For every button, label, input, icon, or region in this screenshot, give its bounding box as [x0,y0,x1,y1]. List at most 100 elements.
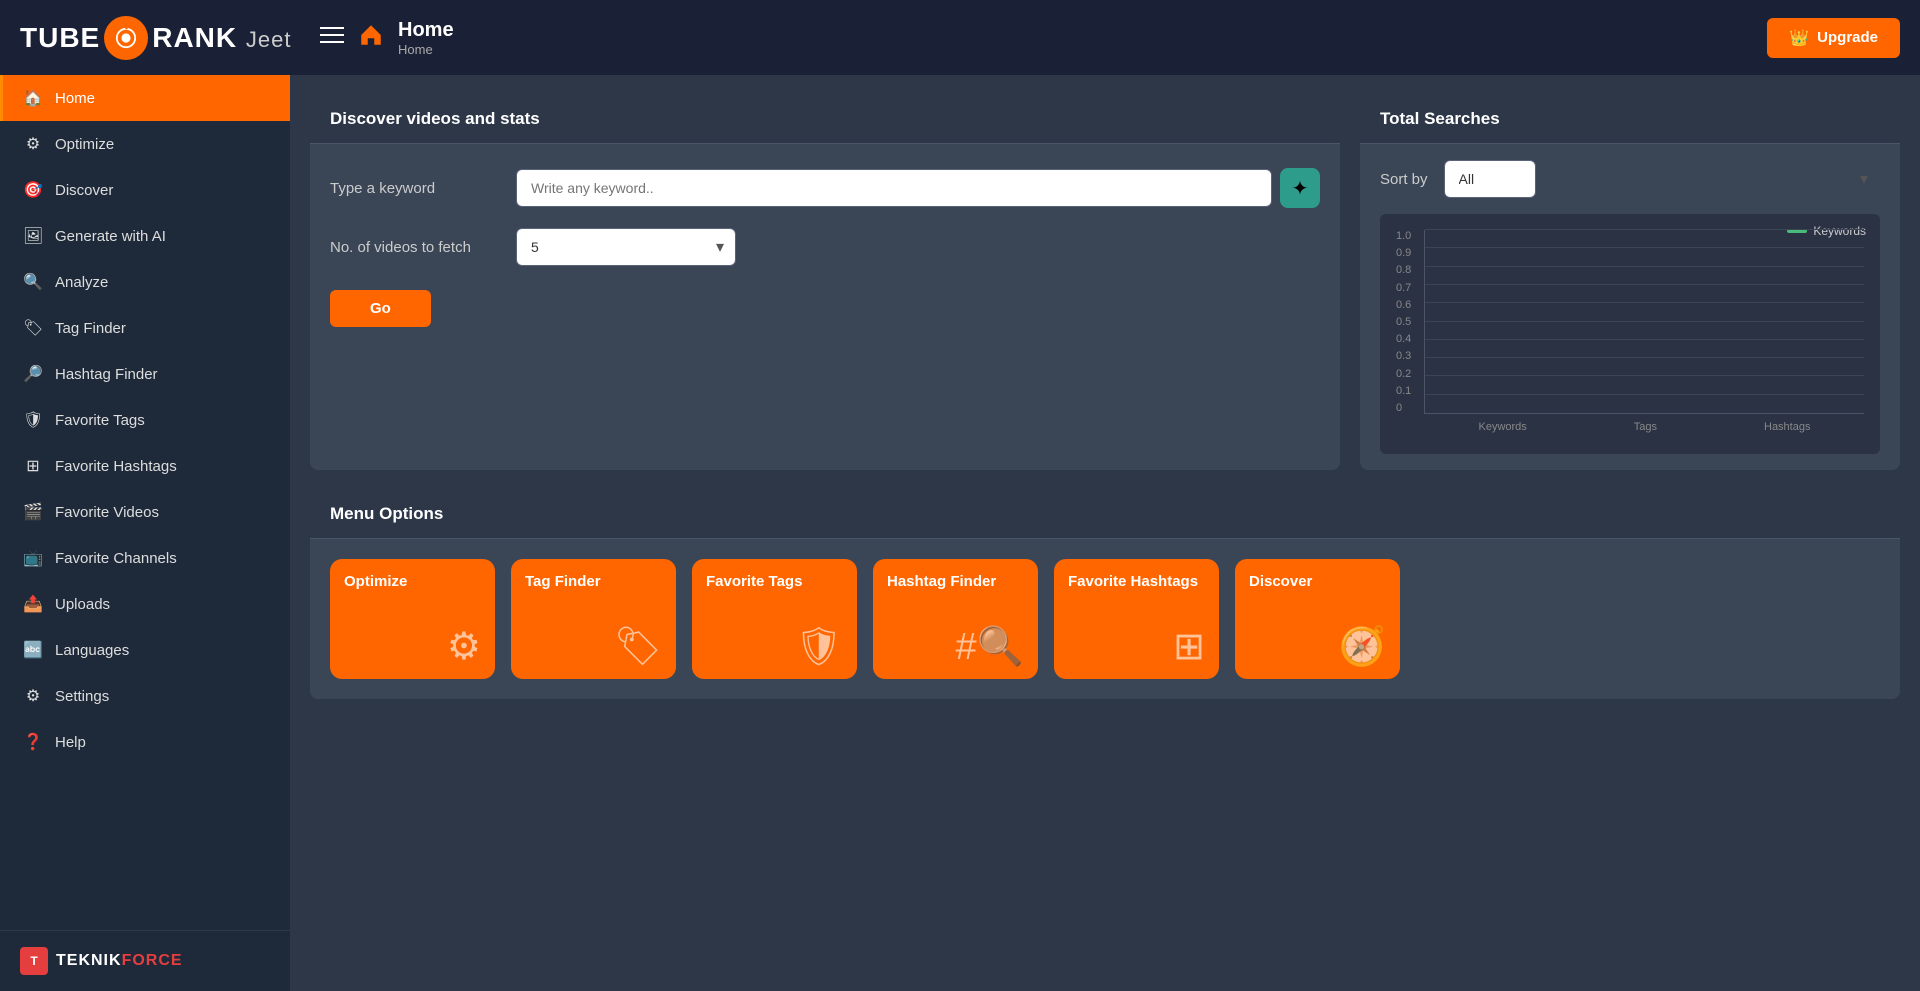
sidebar-item-label: Hashtag Finder [55,366,158,383]
sort-label: Sort by [1380,171,1428,188]
fetch-select[interactable]: 5 10 15 20 25 [516,228,736,266]
sidebar-item-settings[interactable]: ⚙ Settings [0,673,290,719]
logo-icon [104,16,148,60]
uploads-icon: 📤 [23,594,43,614]
fetch-label: No. of videos to fetch [330,239,500,256]
discover-panel: Discover videos and stats Type a keyword… [310,95,1340,470]
logo-jeet: Jeet [246,27,292,52]
sidebar-item-label: Help [55,734,86,751]
sidebar-item-label: Settings [55,688,109,705]
home-nav-icon [358,22,384,53]
sidebar-item-label: Favorite Channels [55,550,177,567]
sidebar-item-label: Generate with AI [55,228,166,245]
sidebar: 🏠 Home ⚙ Optimize 🎯 Discover 🖼 Generate … [0,75,290,991]
sidebar-item-hashtag-finder[interactable]: 🔎 Hashtag Finder [0,351,290,397]
main-content: Discover videos and stats Type a keyword… [290,75,1920,991]
sort-row: Sort by All Keywords Tags Hashtags [1360,144,1900,214]
menu-card-icon: 🏷 [614,625,662,669]
sidebar-item-label: Discover [55,182,113,199]
tag-finder-icon: 🏷 [23,318,43,338]
menu-card-label: Favorite Tags [706,573,802,590]
discover-panel-header: Discover videos and stats [310,95,1340,144]
sidebar-item-favorite-tags[interactable]: 🛡 Favorite Tags [0,397,290,443]
fetch-row: No. of videos to fetch 5 10 15 20 25 [330,228,1320,266]
menu-card-label: Optimize [344,573,407,590]
teknikforce-logo: T TEKNIKFORCE [20,947,183,975]
crown-icon: 👑 [1789,28,1809,48]
sidebar-item-favorite-channels[interactable]: 📺 Favorite Channels [0,535,290,581]
sidebar-item-favorite-videos[interactable]: 🎬 Favorite Videos [0,489,290,535]
menu-card-label: Hashtag Finder [887,573,996,590]
analyze-icon: 🔍 [23,272,43,292]
languages-icon: 🔤 [23,640,43,660]
sidebar-item-uploads[interactable]: 📤 Uploads [0,581,290,627]
sidebar-item-generate-ai[interactable]: 🖼 Generate with AI [0,213,290,259]
logo-area: TUBE RANK Jeet [20,16,310,60]
discover-panel-title: Discover videos and stats [330,109,540,128]
menu-card-hashtag-finder[interactable]: Hashtag Finder #🔍 [873,559,1038,679]
menu-options-panel: Menu Options Optimize ⚙ Tag Finder 🏷 Fav… [310,490,1900,699]
sidebar-item-label: Tag Finder [55,320,126,337]
menu-card-label: Discover [1249,573,1312,590]
sidebar-item-home[interactable]: 🏠 Home [0,75,290,121]
header-center: Home Home [310,19,1767,57]
sidebar-item-label: Optimize [55,136,114,153]
keyword-row: Type a keyword ✦ [330,168,1320,208]
generate-ai-icon: 🖼 [23,226,43,246]
favorite-videos-icon: 🎬 [23,502,43,522]
sidebar-item-label: Favorite Tags [55,412,145,429]
x-labels: Keywords Tags Hashtags [1425,421,1864,433]
hamburger-icon[interactable] [320,23,344,52]
sort-select[interactable]: All Keywords Tags Hashtags [1444,160,1536,198]
menu-card-icon: #🔍 [956,625,1024,669]
sidebar-item-label: Favorite Videos [55,504,159,521]
chart-area: Keywords 0 0.1 0.2 0.3 0.4 0.5 0.6 0.7 [1380,214,1880,454]
sidebar-item-label: Uploads [55,596,110,613]
home-icon: 🏠 [23,88,43,108]
searches-panel-title: Total Searches [1380,109,1500,128]
sidebar-item-languages[interactable]: 🔤 Languages [0,627,290,673]
chart-plot: Keywords Tags Hashtags [1424,230,1864,414]
brand-name: TEKNIKFORCE [56,952,183,970]
keyword-input-wrap: ✦ [516,168,1320,208]
menu-card-optimize[interactable]: Optimize ⚙ [330,559,495,679]
upgrade-button[interactable]: 👑 Upgrade [1767,18,1900,58]
chart-inner: 0 0.1 0.2 0.3 0.4 0.5 0.6 0.7 0.8 0.9 1.… [1396,230,1864,438]
menu-card-favorite-tags[interactable]: Favorite Tags 🛡 [692,559,857,679]
sidebar-item-tag-finder[interactable]: 🏷 Tag Finder [0,305,290,351]
menu-card-tag-finder[interactable]: Tag Finder 🏷 [511,559,676,679]
menu-card-icon: 🛡 [795,625,843,669]
searches-panel-header: Total Searches [1360,95,1900,144]
sidebar-item-help[interactable]: ❓ Help [0,719,290,765]
menu-card-label: Tag Finder [525,573,601,590]
menu-card-label: Favorite Hashtags [1068,573,1198,590]
y-axis: 0 0.1 0.2 0.3 0.4 0.5 0.6 0.7 0.8 0.9 1.… [1396,230,1424,414]
sort-select-wrapper: All Keywords Tags Hashtags [1444,160,1880,198]
keyword-input[interactable] [516,169,1272,207]
hashtag-finder-icon: 🔎 [23,364,43,384]
sidebar-item-label: Favorite Hashtags [55,458,177,475]
go-button[interactable]: Go [330,290,431,327]
menu-options-body: Optimize ⚙ Tag Finder 🏷 Favorite Tags 🛡 … [310,539,1900,699]
page-title: Home [398,19,454,42]
ai-icon: ✦ [1292,176,1309,201]
breadcrumb: Home [398,42,454,57]
sidebar-item-label: Languages [55,642,129,659]
sidebar-item-discover[interactable]: 🎯 Discover [0,167,290,213]
tf-icon: T [20,947,48,975]
sidebar-item-optimize[interactable]: ⚙ Optimize [0,121,290,167]
sidebar-item-favorite-hashtags[interactable]: ⊞ Favorite Hashtags [0,443,290,489]
menu-card-favorite-hashtags[interactable]: Favorite Hashtags ⊞ [1054,559,1219,679]
ai-button[interactable]: ✦ [1280,168,1320,208]
brand-suffix: FORCE [122,952,183,969]
brand-prefix: TEKNIK [56,952,122,969]
favorite-tags-icon: 🛡 [23,410,43,430]
discover-icon: 🎯 [23,180,43,200]
sidebar-nav: 🏠 Home ⚙ Optimize 🎯 Discover 🖼 Generate … [0,75,290,930]
sidebar-item-analyze[interactable]: 🔍 Analyze [0,259,290,305]
menu-card-discover[interactable]: Discover 🧭 [1235,559,1400,679]
upgrade-label: Upgrade [1817,29,1878,46]
menu-options-title: Menu Options [330,504,443,523]
discover-panel-body: Type a keyword ✦ No. of videos to fetch [310,144,1340,351]
logo-rank: RANK [152,22,237,53]
